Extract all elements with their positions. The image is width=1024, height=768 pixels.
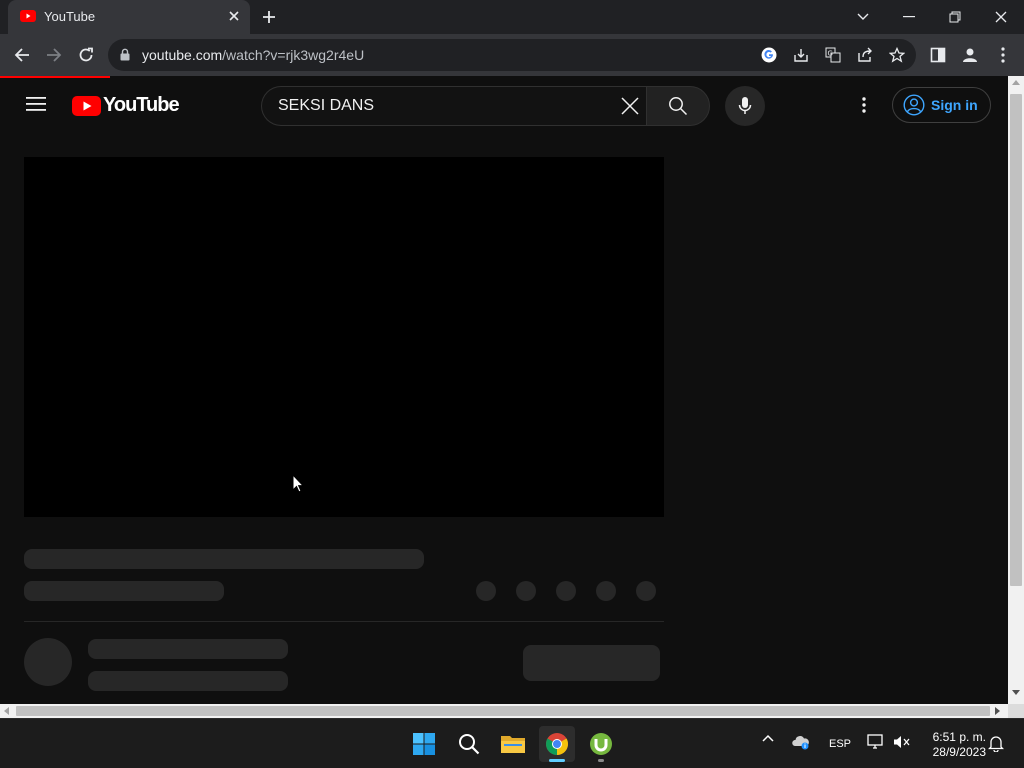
profile-icon[interactable] <box>960 45 980 65</box>
scroll-right-arrow-icon[interactable] <box>995 707 1000 715</box>
meta-skeleton <box>24 581 224 601</box>
translate-icon[interactable]: G <box>824 46 842 64</box>
svg-text:G: G <box>828 50 833 58</box>
youtube-logo[interactable]: YouTube <box>72 94 180 117</box>
show-hidden-icons-chevron-icon[interactable] <box>762 734 774 742</box>
sign-in-label: Sign in <box>931 97 978 113</box>
bookmark-star-icon[interactable] <box>888 46 906 64</box>
horizontal-scrollbar[interactable] <box>0 704 1008 718</box>
youtube-play-logo-icon <box>72 95 101 116</box>
horizontal-scrollbar-thumb[interactable] <box>16 706 990 716</box>
reload-icon[interactable] <box>76 45 96 65</box>
channel-subs-skeleton <box>88 671 288 691</box>
tab-title: YouTube <box>44 9 96 24</box>
vertical-scrollbar-thumb[interactable] <box>1010 94 1022 586</box>
input-language-indicator[interactable]: ESP <box>829 738 851 750</box>
youtube-wordmark: YouTube <box>103 94 180 116</box>
close-window-icon[interactable] <box>990 6 1012 28</box>
scrollbar-corner <box>1008 704 1024 718</box>
windows-logo-icon <box>412 732 436 756</box>
search-query-text: SEKSI DANS <box>278 97 375 114</box>
channel-name-skeleton <box>88 639 288 659</box>
browser-tab-strip: YouTube <box>0 0 1024 34</box>
action-skeleton-dot <box>596 581 616 601</box>
browser-toolbar: youtube.com/watch?v=rjk3wg2r4eU G <box>0 34 1024 76</box>
address-bar[interactable]: youtube.com/watch?v=rjk3wg2r4eU G <box>108 39 916 71</box>
taskbar-search-button[interactable] <box>451 726 487 762</box>
search-icon <box>458 733 480 755</box>
channel-avatar-skeleton <box>24 638 72 686</box>
divider <box>24 621 664 622</box>
vertical-scrollbar[interactable] <box>1008 76 1024 704</box>
forward-arrow-icon[interactable] <box>44 45 64 65</box>
title-skeleton <box>24 549 424 569</box>
restore-window-icon[interactable] <box>944 6 966 28</box>
chrome-taskbar-button[interactable] <box>539 726 575 762</box>
account-circle-icon <box>903 94 925 116</box>
folder-icon <box>500 733 526 755</box>
notifications-bell-icon[interactable] <box>988 734 1004 752</box>
youtube-masthead: YouTube SEKSI DANS Sign in <box>0 76 1008 132</box>
search-icon <box>668 96 688 116</box>
tab-search-chevron-icon[interactable] <box>852 6 874 28</box>
google-lens-icon[interactable] <box>760 46 778 64</box>
lock-icon[interactable] <box>120 48 130 61</box>
back-arrow-icon[interactable] <box>12 45 32 65</box>
action-skeleton-dot <box>476 581 496 601</box>
running-app-indicator <box>598 759 604 762</box>
active-app-indicator <box>549 759 565 762</box>
browser-menu-icon[interactable] <box>993 45 1013 65</box>
action-skeleton-dot <box>516 581 536 601</box>
utorrent-taskbar-button[interactable] <box>583 726 619 762</box>
clock-time: 6:51 p. m. <box>932 730 986 744</box>
clock[interactable]: 6:51 p. m. 28/9/2023 <box>920 730 986 760</box>
mouse-cursor-icon <box>292 474 304 493</box>
url-path: /watch?v=rjk3wg2r4eU <box>222 47 365 63</box>
windows-taskbar: ESP 6:51 p. m. 28/9/2023 <box>0 718 1024 768</box>
sign-in-button[interactable]: Sign in <box>892 87 991 123</box>
tab-close-icon[interactable] <box>228 10 240 22</box>
search-input[interactable]: SEKSI DANS <box>261 86 647 126</box>
action-skeleton-dot <box>556 581 576 601</box>
volume-muted-icon[interactable] <box>893 734 911 750</box>
clear-search-icon[interactable] <box>619 95 641 117</box>
share-icon[interactable] <box>856 46 874 64</box>
utorrent-icon <box>589 732 613 756</box>
settings-more-icon[interactable] <box>854 94 874 116</box>
guide-menu-icon[interactable] <box>26 96 46 112</box>
side-panel-icon[interactable] <box>928 45 948 65</box>
subscribe-button-skeleton <box>523 645 660 681</box>
chrome-icon <box>545 732 569 756</box>
scroll-down-arrow-icon[interactable] <box>1012 690 1020 695</box>
microphone-icon <box>738 96 752 116</box>
voice-search-button[interactable] <box>725 86 765 126</box>
url-host: youtube.com <box>142 47 223 63</box>
scroll-up-arrow-icon[interactable] <box>1012 80 1020 85</box>
search-button[interactable] <box>646 86 710 126</box>
install-app-icon[interactable] <box>792 46 810 64</box>
action-skeleton-dot <box>636 581 656 601</box>
video-player[interactable] <box>24 157 664 517</box>
url-text: youtube.com/watch?v=rjk3wg2r4eU <box>142 47 364 63</box>
youtube-page: YouTube SEKSI DANS Sign in <box>0 76 1008 704</box>
start-button[interactable] <box>406 726 442 762</box>
network-icon[interactable] <box>867 734 885 750</box>
scroll-left-arrow-icon[interactable] <box>4 707 9 715</box>
file-explorer-button[interactable] <box>495 726 531 762</box>
minimize-icon[interactable] <box>898 6 920 28</box>
onedrive-cloud-icon[interactable] <box>792 734 810 750</box>
new-tab-icon[interactable] <box>260 8 278 26</box>
browser-tab[interactable]: YouTube <box>8 0 250 34</box>
clock-date: 28/9/2023 <box>932 745 986 759</box>
youtube-favicon-icon <box>20 10 36 22</box>
